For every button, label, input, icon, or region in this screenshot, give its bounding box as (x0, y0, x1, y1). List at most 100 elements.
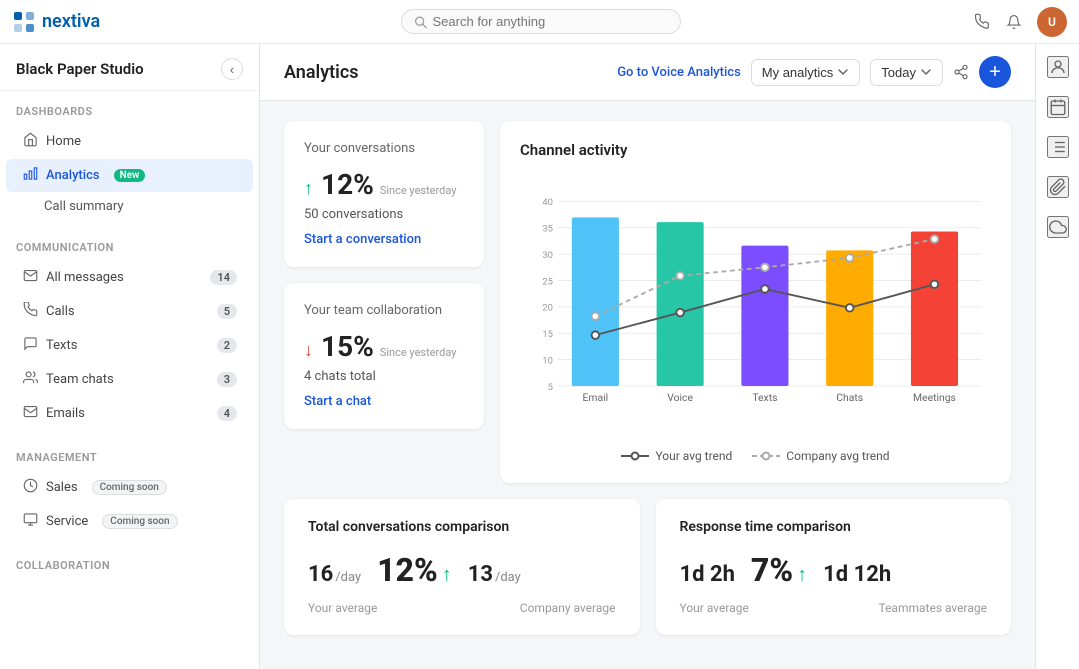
channel-activity-card: Channel activity (500, 121, 1011, 483)
texts-icon (22, 336, 38, 355)
total-your-unit: /day (335, 570, 361, 585)
sidebar-item-call-summary[interactable]: Call summary (6, 193, 253, 220)
share-button[interactable] (953, 64, 969, 80)
svg-text:10: 10 (542, 355, 553, 366)
legend-your-avg-label: Your avg trend (655, 449, 732, 463)
nextiva-logo-icon (12, 10, 36, 34)
legend-your-avg: Your avg trend (621, 449, 732, 463)
sidebar-item-home-label: Home (46, 134, 81, 149)
emails-icon (22, 404, 38, 423)
rail-calendar-button[interactable] (1047, 96, 1069, 118)
svg-text:20: 20 (542, 303, 553, 314)
collaboration-since: Since yesterday (380, 346, 457, 359)
top-navigation: nextiva U (0, 0, 1079, 44)
rail-person-button[interactable] (1047, 56, 1069, 78)
notifications-button[interactable] (1005, 13, 1023, 31)
add-button[interactable]: + (979, 56, 1011, 88)
response-teammates-group: 1d 12h (823, 562, 891, 587)
total-company-unit: /day (495, 570, 521, 585)
chevron-down-icon (837, 66, 849, 78)
response-teammates-value: 1d 12h (823, 562, 891, 587)
response-your-avg-value: 1d 2h (680, 562, 735, 587)
sidebar-item-texts[interactable]: Texts 2 (6, 329, 253, 362)
voice-analytics-link[interactable]: Go to Voice Analytics (617, 65, 741, 80)
service-icon (22, 512, 38, 531)
collaboration-stat-row: ↓ 15% Since yesterday (304, 330, 464, 363)
sidebar-item-calls[interactable]: Calls 5 (6, 295, 253, 328)
total-your-label: Your average (308, 601, 377, 615)
response-comparison-row: 1d 2h 7% ↑ 1d 12h (680, 551, 988, 589)
total-company-label: Company average (520, 601, 616, 615)
conversations-card: Your conversations ↑ 12% Since yesterday… (284, 121, 484, 267)
cloud-icon (1049, 218, 1067, 236)
sidebar-header: Black Paper Studio ‹ (0, 44, 259, 91)
response-comparison-card: Response time comparison 1d 2h 7% ↑ 1d 1… (656, 499, 1012, 635)
sidebar-item-service[interactable]: Service Coming soon (6, 505, 253, 538)
channel-activity-title: Channel activity (520, 141, 991, 159)
today-dropdown[interactable]: Today (870, 59, 943, 86)
home-icon (22, 132, 38, 151)
total-percent-group: 12% ↑ (377, 551, 452, 589)
sidebar-section-label-dashboards: Dashboards (0, 105, 259, 124)
sidebar-item-emails[interactable]: Emails 4 (6, 397, 253, 430)
sidebar-item-texts-label: Texts (46, 338, 77, 353)
my-analytics-label: My analytics (762, 65, 834, 80)
collaboration-count: 4 chats total (304, 369, 464, 384)
collaboration-card-title: Your team collaboration (304, 303, 464, 318)
collaboration-percent: 15% (321, 330, 374, 363)
sidebar-item-all-messages[interactable]: All messages 14 (6, 261, 253, 294)
person-icon (1049, 58, 1067, 76)
sidebar-item-team-chats[interactable]: Team chats 3 (6, 363, 253, 396)
conversations-card-title: Your conversations (304, 141, 464, 156)
phone-button[interactable] (973, 13, 991, 31)
top-cards-row: Your conversations ↑ 12% Since yesterday… (284, 121, 1011, 483)
collaboration-down-arrow: ↓ (304, 340, 313, 361)
rail-cloud-button[interactable] (1047, 216, 1069, 238)
my-analytics-dropdown[interactable]: My analytics (751, 59, 861, 86)
rail-attachment-button[interactable] (1047, 176, 1069, 198)
collaboration-card: Your team collaboration ↓ 15% Since yest… (284, 283, 484, 429)
sidebar-section-communication: Communication All messages 14 Calls 5 (0, 227, 259, 437)
sidebar-item-team-chats-label: Team chats (46, 372, 114, 387)
response-arrow-up: ↑ (797, 562, 807, 587)
chevron-down-icon-2 (920, 66, 932, 78)
start-conversation-link[interactable]: Start a conversation (304, 232, 421, 247)
service-coming-badge: Coming soon (102, 514, 177, 529)
svg-text:25: 25 (542, 276, 553, 287)
start-chat-link[interactable]: Start a chat (304, 394, 371, 409)
sidebar-item-analytics[interactable]: Analytics New (6, 159, 253, 192)
nextiva-brand-name: nextiva (42, 11, 100, 32)
conversations-count: 50 conversations (304, 207, 464, 222)
total-comparison-title: Total conversations comparison (308, 519, 616, 535)
list-icon (1049, 138, 1067, 156)
header-actions: Go to Voice Analytics My analytics Today… (617, 56, 1011, 88)
rail-list-button[interactable] (1047, 136, 1069, 158)
sidebar: Black Paper Studio ‹ Dashboards Home Ana… (0, 44, 260, 669)
search-box[interactable] (401, 9, 681, 34)
main-content: Analytics Go to Voice Analytics My analy… (260, 44, 1035, 669)
svg-text:Meetings: Meetings (913, 391, 956, 404)
sidebar-collapse-button[interactable]: ‹ (221, 58, 243, 80)
today-label: Today (881, 65, 916, 80)
response-percent-group: 7% ↑ (751, 551, 807, 589)
sidebar-item-home[interactable]: Home (6, 125, 253, 158)
emails-badge: 4 (217, 406, 237, 421)
sidebar-item-service-label: Service (46, 514, 88, 529)
logo[interactable]: nextiva (12, 10, 100, 34)
legend-company-avg: Company avg trend (752, 449, 889, 463)
sidebar-item-sales[interactable]: Sales Coming soon (6, 471, 253, 504)
conversations-stat-row: ↑ 12% Since yesterday (304, 168, 464, 201)
total-your-avg-value: 16 (308, 562, 333, 587)
avatar[interactable]: U (1037, 7, 1067, 37)
bell-icon (1005, 13, 1023, 31)
svg-text:Voice: Voice (667, 391, 693, 404)
total-company-avg-group: 13/day (468, 562, 521, 587)
all-messages-icon (22, 268, 38, 287)
sales-coming-badge: Coming soon (92, 480, 167, 495)
analytics-icon (22, 166, 38, 185)
share-icon (953, 64, 969, 80)
sidebar-item-call-summary-label: Call summary (44, 199, 124, 214)
legend-company-avg-label: Company avg trend (786, 449, 889, 463)
search-input[interactable] (433, 14, 668, 29)
calendar-icon (1049, 98, 1067, 116)
